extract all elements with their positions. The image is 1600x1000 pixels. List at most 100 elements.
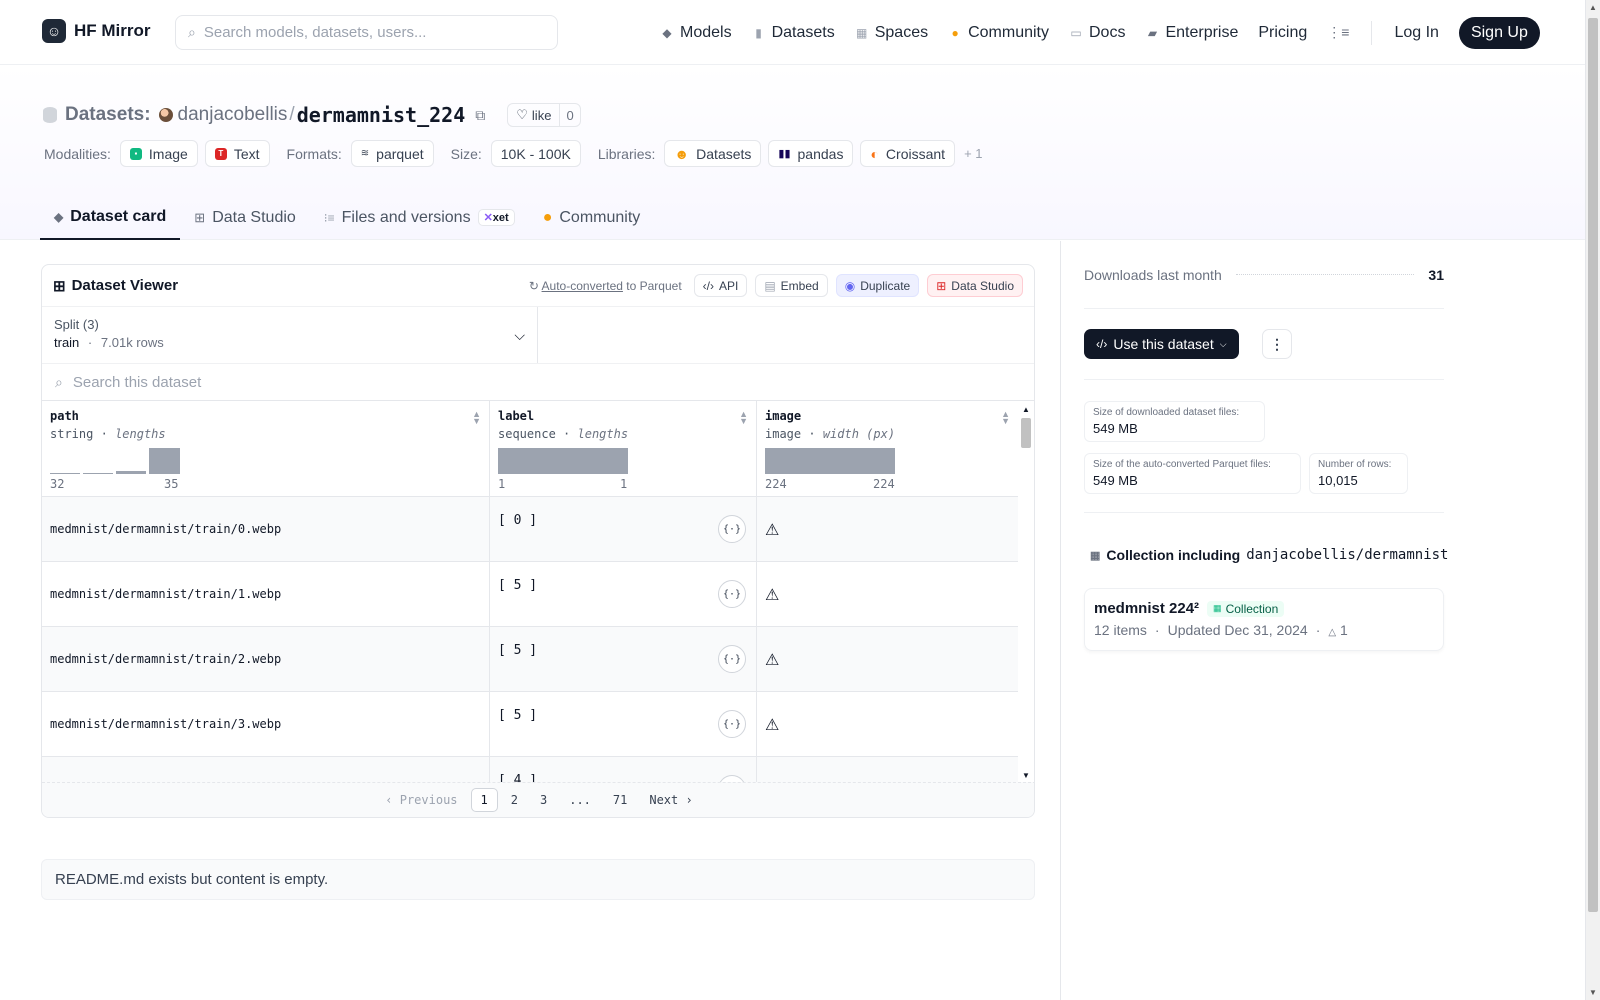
breadcrumb-separator: /	[289, 104, 295, 125]
histogram-bar[interactable]	[765, 448, 895, 474]
page-scroll-thumb[interactable]	[1588, 18, 1598, 912]
histogram-bar[interactable]	[50, 473, 80, 474]
cell-label[interactable]: [ 4 ]{·}	[490, 757, 757, 784]
tab-files[interactable]: ⁝≡ Files and versions ✕xet	[310, 195, 529, 240]
collection-target[interactable]: danjacobellis/dermamnist...	[1246, 547, 1450, 563]
table-row[interactable]: [ 4 ]{·}	[42, 757, 1019, 784]
collection-card[interactable]: medmnist 224² ▦ Collection 12 items · Upd…	[1084, 588, 1444, 651]
tag-pandas[interactable]: ▮▮ pandas	[768, 140, 854, 167]
json-icon[interactable]: {·}	[718, 515, 746, 543]
size-downloaded-value: 549 MB	[1093, 421, 1138, 436]
nav-enterprise[interactable]: ▰ Enterprise	[1145, 24, 1239, 42]
cell-path[interactable]: medmnist/dermamnist/train/3.webp	[42, 692, 490, 757]
sort-icon[interactable]: ▲ ▼	[472, 410, 481, 426]
pagination-next[interactable]: Next ›	[640, 789, 701, 811]
tag-text[interactable]: T Text	[204, 140, 270, 167]
pagination-page-1[interactable]: 1	[470, 788, 498, 812]
json-icon[interactable]: {·}	[718, 580, 746, 608]
page-scrollbar[interactable]: ▲ ▼	[1585, 0, 1600, 1000]
cell-label[interactable]: [ 5 ] {·}	[490, 692, 757, 757]
tag-datasets[interactable]: ☻ Datasets	[664, 140, 762, 167]
sort-icon[interactable]: ▲ ▼	[1001, 410, 1010, 426]
dataset-search[interactable]: ⌕	[42, 364, 1034, 401]
signup-button[interactable]: Sign Up	[1458, 16, 1540, 49]
use-dataset-button[interactable]: ‹/› Use this dataset ⌵	[1084, 329, 1239, 359]
dataset-name[interactable]: dermamnist_224	[297, 103, 466, 127]
histogram-bar[interactable]	[116, 471, 146, 474]
split-selector[interactable]: Split (3) train · 7.01k rows ⌵	[42, 307, 538, 363]
duplicate-button[interactable]: ◉ Duplicate	[835, 274, 920, 297]
nav-pricing[interactable]: Pricing	[1258, 24, 1307, 42]
cell-label-value: [ 5 ]	[498, 708, 538, 723]
community-icon: ●	[542, 208, 553, 226]
pagination-previous[interactable]: ‹ Previous	[376, 789, 466, 811]
nav-models[interactable]: ◆ Models	[660, 24, 731, 42]
pagination-page-last[interactable]: 71	[604, 789, 636, 811]
scroll-down-icon[interactable]: ▼	[1589, 988, 1597, 997]
api-button[interactable]: ‹/› API	[693, 274, 748, 297]
scroll-down-icon[interactable]: ▼	[1022, 771, 1030, 780]
section-label[interactable]: Datasets:	[65, 104, 151, 126]
like-button[interactable]: ♡ like 0	[507, 103, 581, 127]
table-row[interactable]: medmnist/dermamnist/train/1.webp [ 5 ] {·…	[42, 562, 1019, 627]
auto-converted-link[interactable]: Auto-converted	[542, 279, 623, 293]
tab-community[interactable]: ● Community	[529, 195, 655, 240]
json-icon[interactable]: {·}	[718, 710, 746, 738]
nav-menu[interactable]: ⋮≡	[1327, 24, 1349, 41]
cell-path[interactable]: medmnist/dermamnist/train/2.webp	[42, 627, 490, 692]
kebab-icon[interactable]: ⋮	[1262, 329, 1292, 359]
tab-dataset-card[interactable]: ◆ Dataset card	[40, 195, 181, 240]
tag-image[interactable]: ▪ Image	[119, 140, 198, 167]
histogram-bar[interactable]	[149, 448, 180, 474]
cell-image[interactable]: ⚠	[757, 692, 1019, 757]
tag-croissant[interactable]: ◐ Croissant	[860, 140, 956, 167]
sort-icon[interactable]: ▲ ▼	[739, 410, 748, 426]
scroll-up-icon[interactable]: ▲	[1022, 405, 1030, 414]
json-icon[interactable]: {·}	[718, 645, 746, 673]
copy-icon[interactable]: ⧉	[475, 107, 485, 124]
pagination-page-2[interactable]: 2	[502, 789, 527, 811]
nav-docs[interactable]: ▭ Docs	[1069, 24, 1125, 42]
libraries-more[interactable]: + 1	[964, 146, 982, 161]
search-input[interactable]	[203, 24, 534, 41]
nav-spaces[interactable]: ▦ Spaces	[855, 24, 928, 42]
tag-parquet-label: parquet	[376, 145, 424, 162]
cell-label[interactable]: [ 5 ] {·}	[490, 627, 757, 692]
dataset-search-input[interactable]	[72, 373, 573, 391]
table-row[interactable]: medmnist/dermamnist/train/2.webp [ 5 ] {·…	[42, 627, 1019, 692]
logo[interactable]: ☺ HF Mirror	[42, 19, 151, 43]
histogram-bar[interactable]	[498, 448, 628, 474]
cell-label[interactable]: [ 0 ] {·}	[490, 497, 757, 562]
collection-upvotes[interactable]: △ 1	[1328, 622, 1347, 638]
histogram-bar[interactable]	[83, 473, 113, 474]
tag-parquet[interactable]: ≋ parquet	[350, 140, 434, 167]
nav-datasets[interactable]: ▮ Datasets	[752, 24, 834, 42]
column-stat: width (px)	[822, 427, 896, 441]
cell-image[interactable]: ⚠	[757, 497, 1019, 562]
data-studio-button[interactable]: ⊞ Data Studio	[927, 274, 1023, 297]
column-header-path[interactable]: path string · lengths ▲ ▼ 32 35	[42, 401, 490, 497]
cell-image[interactable]: ⚠	[757, 627, 1019, 692]
tab-community-label: Community	[559, 208, 641, 226]
nav-community[interactable]: ● Community	[948, 24, 1049, 42]
cell-image[interactable]: ⚠	[757, 562, 1019, 627]
table-row[interactable]: medmnist/dermamnist/train/3.webp [ 5 ] {·…	[42, 692, 1019, 757]
table-row[interactable]: medmnist/dermamnist/train/0.webp [ 0 ] {·…	[42, 497, 1019, 562]
login-link[interactable]: Log In	[1394, 24, 1438, 42]
column-header-image[interactable]: image image · width (px) ▲ ▼ 224 224	[757, 401, 1019, 497]
tab-data-studio[interactable]: ⊞ Data Studio	[180, 195, 310, 240]
column-header-label[interactable]: label sequence · lengths ▲ ▼ 1 1	[490, 401, 757, 497]
table-scrollbar[interactable]: ▲ ▼	[1018, 401, 1034, 784]
cell-path[interactable]	[42, 757, 490, 784]
cell-path[interactable]: medmnist/dermamnist/train/1.webp	[42, 562, 490, 627]
cell-image[interactable]	[757, 757, 1019, 784]
embed-button[interactable]: ▤ Embed	[755, 274, 828, 297]
cell-path[interactable]: medmnist/dermamnist/train/0.webp	[42, 497, 490, 562]
scroll-up-icon[interactable]: ▲	[1589, 3, 1597, 12]
scroll-thumb[interactable]	[1021, 418, 1031, 448]
global-search[interactable]: ⌕	[175, 15, 558, 50]
pagination-page-3[interactable]: 3	[531, 789, 556, 811]
tag-size[interactable]: 10K - 100K	[490, 140, 581, 167]
owner-link[interactable]: danjacobellis	[158, 104, 287, 126]
cell-label[interactable]: [ 5 ] {·}	[490, 562, 757, 627]
